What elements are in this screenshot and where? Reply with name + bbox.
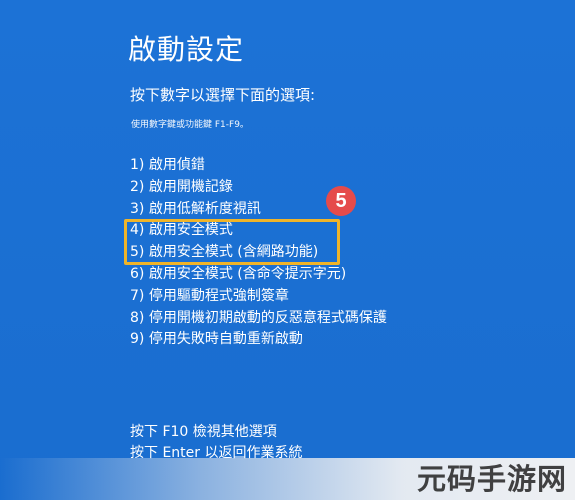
page-title: 啟動設定 [128,33,245,66]
step-number-badge: 5 [326,186,356,216]
option-disable-early-launch-antimalware[interactable]: 8) 停用開機初期啟動的反惡意程式碼保護 [130,308,387,330]
watermark-logo: 元码手游网 [416,462,567,496]
option-enable-safe-mode-command-prompt[interactable]: 6) 啟用安全模式 (含命令提示字元) [130,264,387,286]
instruction-prompt: 按下數字以選擇下面的選項: [130,86,316,104]
option-disable-auto-restart[interactable]: 9) 停用失敗時自動重新啟動 [130,329,387,351]
option-enable-debugging[interactable]: 1) 啟用偵錯 [130,155,387,177]
highlight-box [124,219,340,265]
more-options-hint[interactable]: 按下 F10 檢視其他選項 [130,422,302,443]
option-disable-driver-signature-enforcement[interactable]: 7) 停用驅動程式強制簽章 [130,286,387,308]
startup-settings-screen: 啟動設定 按下數字以選擇下面的選項: 使用數字鍵或功能鍵 F1-F9。 1) 啟… [0,0,575,500]
keyboard-hint: 使用數字鍵或功能鍵 F1-F9。 [131,120,249,130]
